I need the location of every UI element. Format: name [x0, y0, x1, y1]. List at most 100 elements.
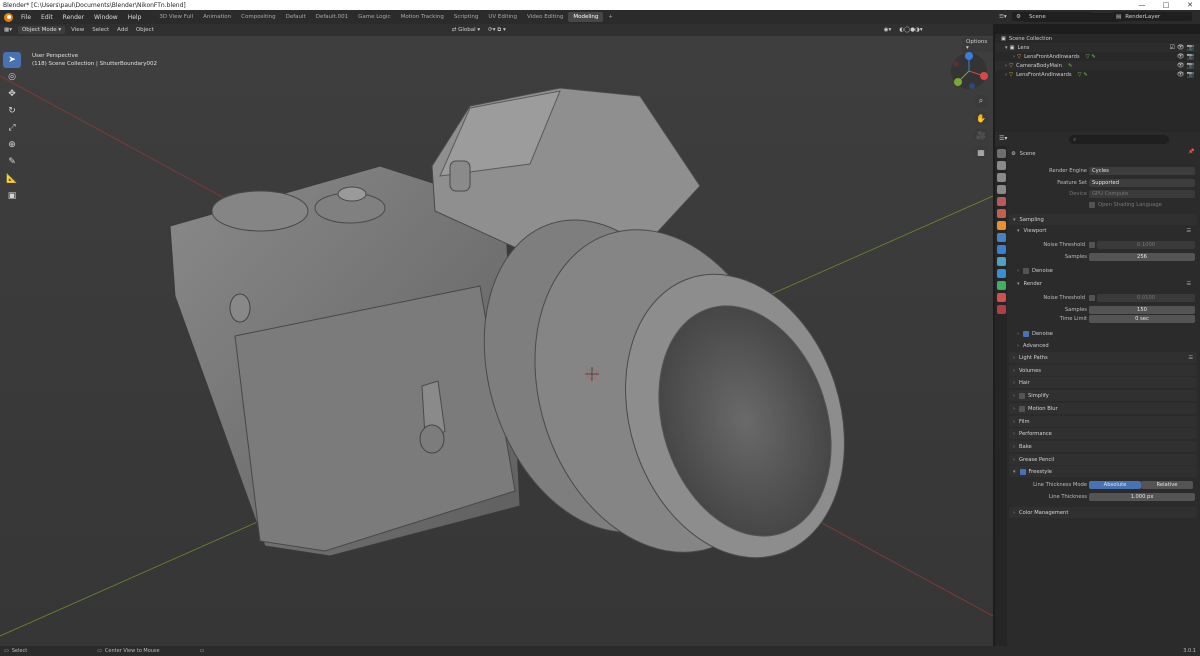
material-tab-icon[interactable] — [996, 293, 1006, 302]
hair-section-header[interactable]: › Hair — [1009, 377, 1197, 388]
advanced-subsection-header[interactable]: › Advanced — [1017, 341, 1195, 351]
simplify-section-header[interactable]: › Simplify — [1009, 390, 1197, 401]
transform-tool-icon[interactable]: ⊕ — [3, 137, 21, 153]
blender-logo-icon[interactable] — [4, 12, 13, 22]
menu-window[interactable]: Window — [89, 14, 123, 21]
editor-type-icon[interactable]: ▦▾ — [0, 27, 16, 33]
vp-noise-threshold-field[interactable]: 0.1000 — [1097, 241, 1195, 249]
scene-tab-icon[interactable] — [996, 197, 1006, 206]
maximize-button[interactable]: □ — [1156, 0, 1176, 10]
vp-samples-field[interactable]: 256 — [1089, 253, 1195, 261]
color-management-section-header[interactable]: › Color Management — [1009, 507, 1197, 518]
data-tab-icon[interactable] — [996, 281, 1006, 290]
motion-blur-section-header[interactable]: › Motion Blur — [1009, 403, 1197, 414]
visibility-eye-icon[interactable]: 👁📷 — [1177, 71, 1196, 78]
menu-render[interactable]: Render — [58, 14, 89, 21]
move-tool-icon[interactable]: ✥ — [3, 86, 21, 102]
volumes-section-header[interactable]: › Volumes — [1009, 365, 1197, 376]
workspace-tab-scripting[interactable]: Scripting — [449, 12, 483, 22]
outliner-row-camerabody[interactable]: › ▽ CameraBodyMain ✎ 👁📷 — [995, 61, 1200, 70]
r-noise-threshold-checkbox[interactable] — [1089, 295, 1095, 301]
object-tab-icon[interactable] — [996, 221, 1006, 230]
physics-tab-icon[interactable] — [996, 257, 1006, 266]
snap-icon[interactable]: ⟳▾ ⧉ ▾ — [484, 27, 510, 34]
tool-tab-icon[interactable] — [996, 149, 1006, 158]
shading-solid-icon[interactable]: ◐◯●◑▾ — [895, 27, 926, 33]
r-noise-threshold-field[interactable]: 0.0100 — [1097, 294, 1195, 302]
bake-section-header[interactable]: › Bake — [1009, 441, 1197, 452]
view-layer-selector[interactable]: ▤ RenderLayer — [1112, 12, 1192, 21]
view-layer-tab-icon[interactable] — [996, 185, 1006, 194]
viewport-menu-view[interactable]: View — [67, 27, 88, 33]
osl-row[interactable]: Open Shading Language — [1089, 200, 1200, 210]
minimize-button[interactable]: — — [1132, 0, 1152, 10]
vp-denoise-header[interactable]: › Denoise — [1017, 266, 1195, 276]
camera-view-icon[interactable]: 🎥 — [974, 128, 988, 142]
workspace-tab-compositing[interactable]: Compositing — [236, 12, 280, 22]
world-tab-icon[interactable] — [996, 209, 1006, 218]
film-section-header[interactable]: › Film — [1009, 416, 1197, 427]
workspace-tab-3d-view-full[interactable]: 3D View Full — [154, 12, 198, 22]
scale-tool-icon[interactable]: ⤢ — [3, 120, 21, 136]
add-workspace-button[interactable]: + — [603, 12, 618, 22]
menu-edit[interactable]: Edit — [36, 14, 58, 21]
measure-tool-icon[interactable]: 📐 — [3, 171, 21, 187]
sampling-section-header[interactable]: ▾ Sampling — [1009, 214, 1197, 225]
line-thickness-field[interactable]: 1.000 px — [1089, 493, 1195, 501]
freestyle-section-header[interactable]: ▾ Freestyle — [1009, 466, 1197, 477]
workspace-tab-default-001[interactable]: Default.001 — [311, 12, 353, 22]
visibility-eye-icon[interactable]: 👁📷 — [1177, 62, 1196, 69]
outliner-row-lens[interactable]: ▾ ▣ Lens ☑👁📷 — [995, 43, 1200, 52]
relative-option[interactable]: Relative — [1141, 481, 1193, 489]
render-subsection-header[interactable]: ▾ Render ☰ — [1017, 279, 1195, 289]
zoom-icon[interactable]: ⌕ — [974, 94, 988, 108]
3d-viewport[interactable]: ➤ ◎ ✥ ↻ ⤢ ⊕ ✎ 📐 ▣ User Perspective (118)… — [0, 36, 993, 646]
render-tab-icon[interactable] — [996, 161, 1006, 170]
modifier-tab-icon[interactable] — [996, 233, 1006, 242]
workspace-tab-video-editing[interactable]: Video Editing — [522, 12, 568, 22]
outliner-editor-icon[interactable]: ☰▾ — [995, 14, 1011, 20]
viewport-subsection-header[interactable]: ▾ Viewport ☰ — [1017, 226, 1195, 236]
transform-orientation-dropdown[interactable]: ⇄ Global ▾ — [448, 27, 484, 33]
viewport-menu-select[interactable]: Select — [88, 27, 113, 33]
workspace-tab-motion-tracking[interactable]: Motion Tracking — [396, 12, 449, 22]
navigation-gizmo[interactable] — [948, 50, 990, 92]
properties-editor-icon[interactable]: ☰▾ — [999, 135, 1007, 142]
device-dropdown[interactable]: GPU Compute — [1089, 190, 1195, 198]
workspace-tab-modeling[interactable]: Modeling — [568, 12, 604, 22]
annotate-tool-icon[interactable]: ✎ — [3, 154, 21, 170]
render-engine-dropdown[interactable]: Cycles — [1089, 167, 1195, 175]
performance-section-header[interactable]: › Performance — [1009, 428, 1197, 439]
ortho-grid-icon[interactable]: ▦ — [974, 145, 988, 159]
absolute-option[interactable]: Absolute — [1089, 481, 1141, 489]
overlay-toggle-icon[interactable]: ◉▾ — [880, 27, 896, 33]
object-mode-dropdown[interactable]: Object Mode ▾ — [17, 26, 66, 34]
r-samples-field[interactable]: 150 — [1089, 306, 1195, 314]
freestyle-checkbox[interactable] — [1019, 468, 1026, 475]
output-tab-icon[interactable] — [996, 173, 1006, 182]
outliner-row-lensfront[interactable]: › ▽ LensFrontAndInwards ▽ ✎ 👁📷 — [995, 52, 1200, 61]
rotate-tool-icon[interactable]: ↻ — [3, 103, 21, 119]
viewport-menu-add[interactable]: Add — [113, 27, 132, 33]
vp-noise-threshold-checkbox[interactable] — [1089, 242, 1095, 248]
workspace-tab-default[interactable]: Default — [281, 12, 311, 22]
r-time-limit-field[interactable]: 0 sec — [1089, 315, 1195, 323]
r-denoise-header[interactable]: › Denoise — [1017, 329, 1195, 339]
pan-hand-icon[interactable]: ✋ — [974, 111, 988, 125]
close-button[interactable]: ✕ — [1180, 0, 1200, 10]
osl-checkbox[interactable] — [1089, 202, 1095, 208]
menu-help[interactable]: Help — [123, 14, 147, 21]
motion-blur-checkbox[interactable] — [1019, 405, 1025, 412]
light-paths-section-header[interactable]: › Light Paths ☰ — [1009, 352, 1197, 363]
feature-set-dropdown[interactable]: Supported — [1089, 179, 1195, 187]
simplify-checkbox[interactable] — [1019, 392, 1025, 399]
properties-search-input[interactable]: ⌕ — [1069, 135, 1169, 144]
grease-pencil-section-header[interactable]: › Grease Pencil — [1009, 454, 1197, 465]
visibility-eye-icon[interactable]: ☑👁📷 — [1170, 44, 1196, 51]
workspace-tab-game-logic[interactable]: Game Logic — [353, 12, 396, 22]
viewport-menu-object[interactable]: Object — [132, 27, 158, 33]
scene-selector[interactable]: ⚙ Scene — [1012, 12, 1092, 21]
add-cube-tool-icon[interactable]: ▣ — [3, 188, 21, 204]
texture-tab-icon[interactable] — [996, 305, 1006, 314]
select-box-tool-icon[interactable]: ➤ — [3, 52, 21, 68]
